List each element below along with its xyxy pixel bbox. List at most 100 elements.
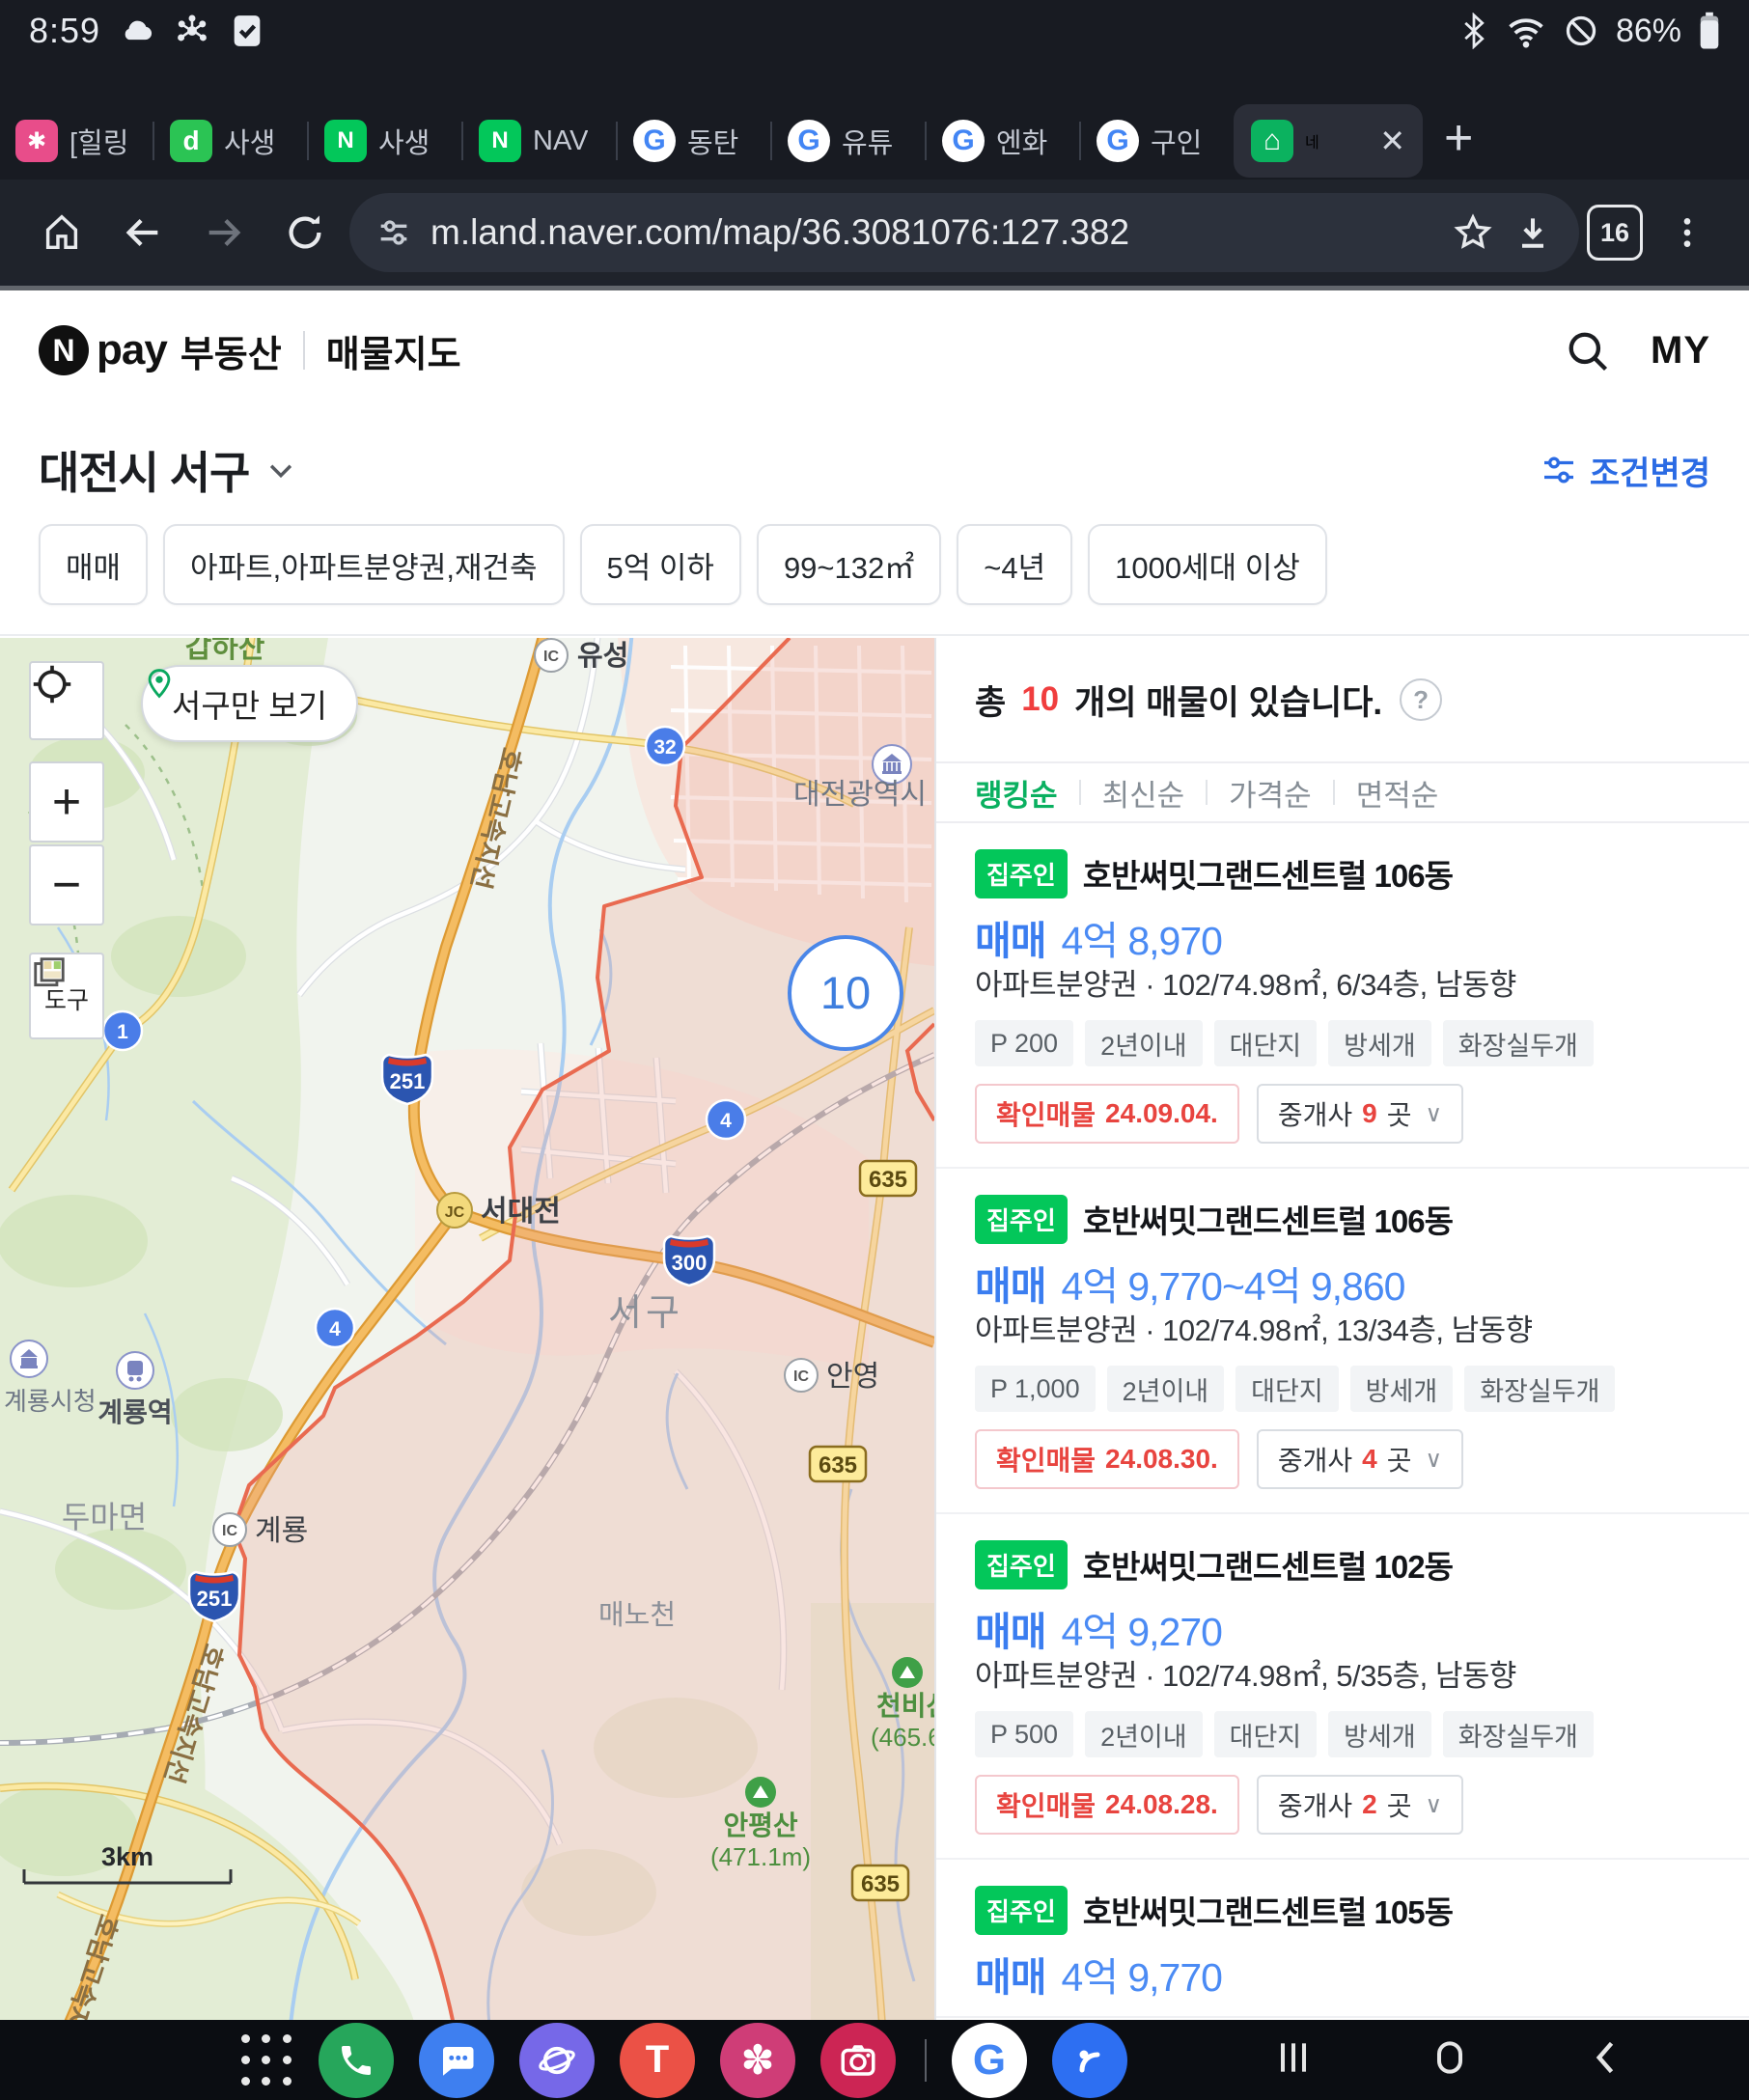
messages-app-icon[interactable] [419,2023,494,2098]
view-seogu-only-button[interactable]: 서구만 보기 [141,665,358,742]
browser-menu-icon[interactable] [1651,210,1724,255]
listing-spec: 아파트분양권 · 102/74.98㎡, 13/34층, 남동향 [975,1312,1710,1350]
sort-newest[interactable]: 최신순 [1102,771,1185,815]
chevron-down-icon: ∨ [1425,1446,1442,1474]
recents-button[interactable] [1272,2036,1315,2084]
tab-count-button[interactable]: 16 [1587,205,1643,261]
naver-land-page: N pay 부동산 매물지도 MY 대전시 서구 조건변경 매매 아파트,아파트… [0,286,1749,2020]
location-pin-icon [143,667,176,700]
home-button-android[interactable] [1429,2036,1471,2084]
url-bar[interactable]: m.land.naver.com/map/36.3081076:127.382 [349,193,1579,272]
reload-button[interactable] [268,210,342,255]
confirmed-listing-badge: 확인매물24.08.30. [975,1429,1239,1489]
header-divider [303,331,305,370]
tag: 화장실두개 [1464,1366,1615,1412]
tag: 화장실두개 [1443,1711,1594,1757]
route-635-badge: 635 [860,1161,916,1196]
chip-area[interactable]: 99~132㎡ [757,524,941,605]
svg-text:251: 251 [197,1587,233,1611]
tab-privacy-1[interactable]: 사생 [154,102,307,180]
service-header: N pay 부동산 매물지도 MY [0,298,1749,402]
chip-property-type[interactable]: 아파트,아파트분양권,재건축 [163,524,564,605]
sort-ranking[interactable]: 랭킹순 [975,771,1058,815]
brand-service-label[interactable]: 부동산 [180,324,282,377]
chevron-down-icon: ∨ [1425,1100,1442,1128]
back-button[interactable] [106,210,180,255]
forward-button[interactable] [187,210,261,255]
svg-text:10: 10 [820,967,871,1018]
listing-cluster-marker[interactable]: 10 [790,937,902,1049]
dock-divider [925,2039,927,2082]
listing-card[interactable]: 집주인 호반써밋그랜드센트럴 105동 매매 4억 9,770 [936,1860,1749,2018]
change-conditions-button[interactable]: 조건변경 [1540,447,1710,494]
region-selector[interactable]: 대전시 서구 [39,438,297,502]
help-icon[interactable]: ? [1400,678,1442,721]
svg-text:서대전: 서대전 [481,1196,561,1228]
svg-text:(471.1m): (471.1m) [710,1842,811,1871]
tab-naver[interactable]: NAV [463,102,616,180]
sort-price[interactable]: 가격순 [1229,771,1312,815]
route-635-badge: 635 [810,1447,866,1481]
search-icon[interactable] [1562,325,1612,375]
tistory-app-icon[interactable]: T [620,2023,695,2098]
wifi-icon [1506,13,1546,49]
tab-naver-land-active[interactable]: 네 ✕ [1234,104,1423,178]
listing-card[interactable]: 집주인 호반써밋그랜드센트럴 106동 매매 4억 8,970 아파트분양권 ·… [936,823,1749,1169]
current-location-button[interactable] [29,661,104,740]
svg-text:4: 4 [720,1110,732,1132]
flower-app-icon[interactable]: ✽ [720,2023,795,2098]
naver-app-icon[interactable] [1052,2023,1127,2098]
phone-app-icon[interactable] [319,2023,394,2098]
map-tools-button[interactable]: 도구 [29,953,104,1039]
google-favicon [1097,120,1139,162]
agents-dropdown[interactable]: 중개사9곳∨ [1257,1084,1463,1144]
gyeryong-cityhall-poi [11,1340,47,1377]
svg-text:4: 4 [329,1318,341,1340]
zoom-out-button[interactable]: − [29,844,104,926]
owner-badge: 집주인 [975,1540,1068,1589]
home-button[interactable] [25,210,98,255]
listings-panel: 총 10 개의 매물이 있습니다. ? 랭킹순 최신순 가격순 면적순 [934,638,1749,2025]
listing-card[interactable]: 집주인 호반써밋그랜드센트럴 102동 매매 4억 9,270 아파트분양권 ·… [936,1514,1749,1860]
battery-percent: 86% [1616,13,1681,50]
tag: P 1,000 [975,1366,1096,1412]
tab-youtube[interactable]: 유튜 [772,102,925,180]
chip-age[interactable]: ~4년 [957,524,1072,605]
confirmed-listing-badge: 확인매물24.08.28. [975,1775,1239,1835]
svg-text:유성: 유성 [577,640,628,672]
listing-card[interactable]: 집주인 호반써밋그랜드센트럴 106동 매매 4억 9,770~4억 9,860… [936,1169,1749,1514]
svg-text:635: 635 [819,1452,857,1478]
back-button-android[interactable] [1585,2036,1627,2084]
camera-app-icon[interactable] [820,2023,896,2098]
chip-households[interactable]: 1000세대 이상 [1088,524,1327,605]
bookmark-star-icon[interactable] [1452,211,1494,254]
svg-text:천비산: 천비산 [876,1691,934,1721]
my-menu[interactable]: MY [1651,329,1710,373]
site-settings-icon[interactable] [375,213,413,252]
download-icon[interactable] [1512,211,1554,254]
svg-text:두마면: 두마면 [62,1500,147,1534]
new-tab-button[interactable]: + [1423,109,1500,173]
app-drawer-button[interactable] [239,2033,293,2087]
tab-healing[interactable]: [힐링 [0,102,153,180]
map-canvas[interactable]: 호남고속지선 호남고속지선 호남고속지선 갑하산 (468.7m) IC 유성 … [0,638,934,2025]
naver-pay-logo[interactable]: N [39,325,89,375]
google-app-icon[interactable]: G [952,2023,1027,2098]
tab-yen[interactable]: 엔화 [927,102,1079,180]
svg-text:JC: JC [445,1204,465,1221]
close-tab-icon[interactable]: ✕ [1379,123,1405,159]
tab-jobs[interactable]: 구인 [1081,102,1234,180]
chip-price[interactable]: 5억 이하 [580,524,741,605]
agents-dropdown[interactable]: 중개사2곳∨ [1257,1775,1463,1835]
zoom-in-button[interactable]: + [29,761,104,843]
tab-privacy-2[interactable]: 사생 [309,102,461,180]
tab-dongtan[interactable]: 동탄 [618,102,770,180]
tag: 대단지 [1235,1366,1339,1412]
tag: 대단지 [1214,1020,1318,1066]
agents-dropdown[interactable]: 중개사4곳∨ [1257,1429,1463,1489]
samsung-internet-app-icon[interactable] [519,2023,595,2098]
region-row: 대전시 서구 조건변경 [0,429,1749,511]
brand-pay-label[interactable]: pay [97,326,167,374]
chip-trade-type[interactable]: 매매 [39,524,148,605]
sort-area[interactable]: 면적순 [1356,771,1439,815]
